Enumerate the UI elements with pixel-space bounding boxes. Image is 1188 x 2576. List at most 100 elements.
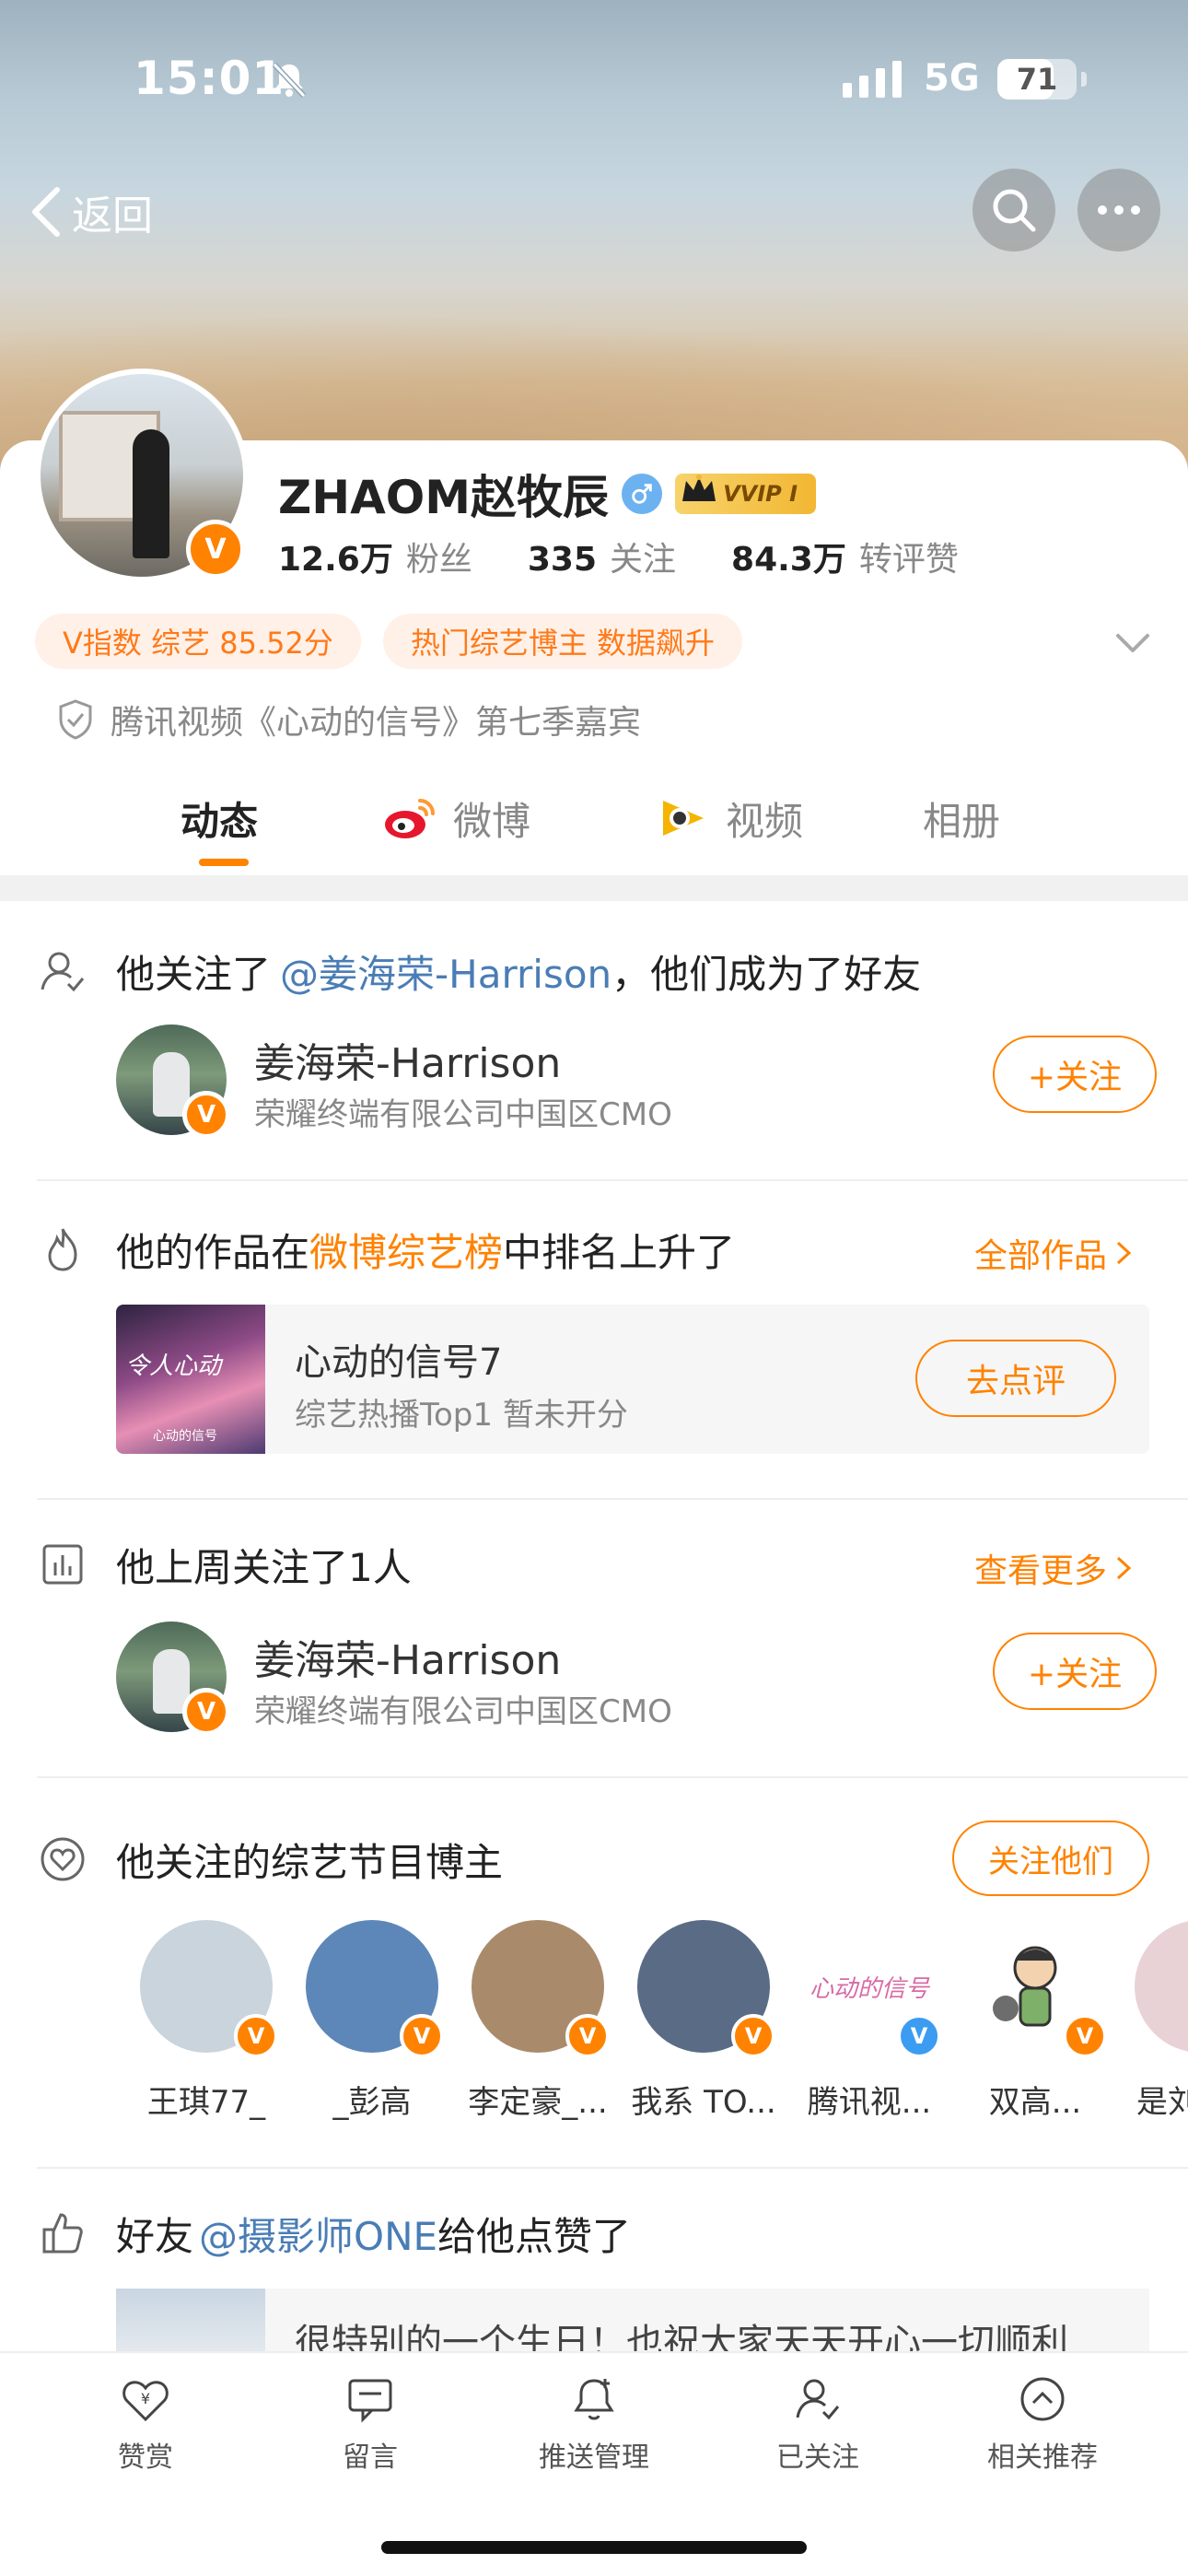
weibo-logo-icon bbox=[385, 799, 435, 838]
battery-tip bbox=[1081, 72, 1087, 87]
search-button[interactable] bbox=[973, 169, 1055, 252]
video-play-icon bbox=[663, 801, 704, 836]
verified-badge-icon: V bbox=[182, 1091, 230, 1139]
friend-mention-link[interactable]: @姜海荣-Harrison bbox=[280, 943, 611, 1000]
work-card[interactable]: 令人心动 心动的信号 心动的信号7 综艺热播Top1 暂未开分 去点评 bbox=[116, 1305, 1149, 1454]
user-name[interactable]: 姜海荣-Harrison bbox=[254, 1030, 561, 1089]
push-bell-icon bbox=[574, 2379, 614, 2420]
blogger-item[interactable]: V 我系 TO... bbox=[621, 1920, 786, 2122]
blogger-item[interactable]: V 双高... bbox=[952, 1920, 1118, 2122]
all-works-link[interactable]: 全部作品 bbox=[974, 1229, 1133, 1277]
divider bbox=[37, 2167, 1188, 2169]
crown-icon bbox=[682, 474, 716, 501]
verified-badge-icon: V bbox=[400, 2014, 444, 2058]
hot-blogger-tag[interactable]: 热门综艺博主 数据飙升 bbox=[382, 614, 743, 669]
blogger-name: 双高... bbox=[988, 2084, 1082, 2121]
reward-button[interactable]: ¥ 赞赏 bbox=[44, 2373, 247, 2475]
v-index-tag[interactable]: V指数 综艺 85.52分 bbox=[35, 614, 361, 669]
post-thumbnail bbox=[116, 2289, 265, 2353]
mute-bell-icon bbox=[272, 62, 307, 99]
profile-stats: 12.6万 粉丝 335 关注 84.3万 转评赞 bbox=[278, 533, 1014, 580]
fans-label[interactable]: 粉丝 bbox=[406, 533, 472, 580]
blogger-item[interactable]: 心动的信号 V 腾讯视... bbox=[786, 1920, 952, 2122]
vvip-badge[interactable]: VVIP I bbox=[675, 474, 817, 514]
blogger-avatar[interactable]: V bbox=[140, 1920, 278, 2058]
back-label: 返回 bbox=[72, 193, 153, 240]
blogger-item[interactable]: V _彭高 bbox=[289, 1920, 455, 2122]
divider bbox=[37, 1776, 1188, 1778]
liker-mention-link[interactable]: @摄影师ONE bbox=[199, 2206, 437, 2262]
blogger-item[interactable]: V 李定豪_... bbox=[455, 1920, 621, 2122]
profile-name: ZHAOM赵牧辰 bbox=[278, 471, 610, 524]
verified-badge-icon: V bbox=[731, 2014, 775, 2058]
rank-list-link[interactable]: 微博综艺榜 bbox=[309, 1222, 503, 1278]
verified-badge-icon: V bbox=[565, 2014, 610, 2058]
follow-all-button[interactable]: 关注他们 bbox=[952, 1821, 1149, 1896]
blogger-avatar[interactable] bbox=[1135, 1920, 1188, 2053]
blogger-name: _彭高 bbox=[332, 2084, 412, 2121]
user-name[interactable]: 姜海荣-Harrison bbox=[254, 1627, 561, 1686]
blogger-avatar[interactable]: 心动的信号 V bbox=[803, 1920, 941, 2058]
verified-badge-icon: V bbox=[182, 1688, 230, 1736]
shield-icon bbox=[59, 699, 92, 740]
tab-video[interactable]: 视频 bbox=[656, 790, 803, 846]
verified-badge-icon: V bbox=[234, 2014, 278, 2058]
review-button[interactable]: 去点评 bbox=[915, 1340, 1116, 1417]
following-label[interactable]: 关注 bbox=[610, 533, 676, 580]
more-button[interactable] bbox=[1077, 169, 1160, 252]
more-dots-icon bbox=[1098, 205, 1140, 215]
fans-count[interactable]: 12.6万 bbox=[278, 533, 393, 580]
work-subtitle: 综艺热播Top1 暂未开分 bbox=[295, 1397, 628, 1434]
status-time: 15:01 bbox=[134, 52, 285, 105]
recommend-button[interactable]: 相关推荐 bbox=[941, 2373, 1144, 2475]
blogger-avatar[interactable]: V bbox=[637, 1920, 775, 2058]
message-icon bbox=[348, 2379, 392, 2423]
heart-icon bbox=[41, 1837, 85, 1881]
battery-icon: 71 bbox=[997, 59, 1077, 100]
blogger-item[interactable]: 是刘 bbox=[1118, 1920, 1188, 2122]
blogger-avatar[interactable]: V bbox=[306, 1920, 444, 2058]
message-button[interactable]: 留言 bbox=[269, 2373, 472, 2475]
tab-weibo[interactable]: 微博 bbox=[383, 790, 530, 846]
blogger-name: 王琪77_ bbox=[146, 2084, 266, 2121]
network-type: 5G bbox=[924, 57, 980, 100]
see-more-link[interactable]: 查看更多 bbox=[974, 1544, 1133, 1592]
engagement-count[interactable]: 84.3万 bbox=[731, 533, 846, 580]
follow-button[interactable]: +关注 bbox=[993, 1633, 1157, 1710]
flame-icon bbox=[48, 1228, 77, 1271]
blogger-item[interactable]: V 王琪77_ bbox=[123, 1920, 289, 2122]
male-gender-icon bbox=[622, 474, 663, 514]
blogger-avatar[interactable]: V bbox=[472, 1920, 610, 2058]
following-count[interactable]: 335 bbox=[528, 541, 597, 579]
verified-badge-icon: V bbox=[897, 2014, 941, 2058]
tab-album[interactable]: 相册 bbox=[923, 790, 1000, 846]
profile-tabs: 动态 微博 视频 相册 bbox=[0, 772, 1188, 873]
profile-avatar[interactable]: V bbox=[35, 369, 249, 582]
follow-button[interactable]: +关注 bbox=[993, 1036, 1157, 1113]
blogger-carousel[interactable]: V 王琪77_ V _彭高 V 李定豪_... V 我系 TO... 心动的信号… bbox=[123, 1920, 1188, 2123]
user-description: 荣耀终端有限公司中国区CMO bbox=[254, 1096, 672, 1133]
engagement-label[interactable]: 转评赞 bbox=[859, 533, 959, 580]
blogger-name: 是刘 bbox=[1136, 2084, 1188, 2121]
reward-icon: ¥ bbox=[122, 2381, 169, 2422]
chevron-down-icon[interactable] bbox=[1112, 625, 1153, 662]
friend-icon bbox=[41, 952, 85, 992]
friend-activity-title: 他关注了 @姜海荣-Harrison ，他们成为了好友 bbox=[116, 943, 921, 1000]
chevron-right-icon bbox=[1116, 1556, 1132, 1580]
back-button[interactable]: 返回 bbox=[28, 175, 153, 249]
post-preview-text: 很特别的一个生日！也祝大家天天开心一切顺利 bbox=[295, 2322, 1068, 2353]
tab-dynamics[interactable]: 动态 bbox=[181, 790, 258, 846]
blogger-logo-text: 心动的信号 bbox=[809, 1974, 929, 2003]
chevron-right-icon bbox=[1116, 1241, 1132, 1265]
signal-icon bbox=[843, 61, 902, 98]
weekly-user-row[interactable]: V 姜海荣-Harrison 荣耀终端有限公司中国区CMO +关注 bbox=[116, 1622, 1157, 1741]
following-status-button[interactable]: 已关注 bbox=[716, 2373, 919, 2475]
blogger-avatar[interactable]: V bbox=[969, 1920, 1107, 2058]
divider bbox=[37, 1498, 1188, 1500]
active-tab-indicator bbox=[199, 859, 249, 866]
rank-activity-title: 他的作品在 微博综艺榜 中排名上升了 bbox=[116, 1222, 735, 1278]
bloggers-title: 他关注的综艺节目博主 bbox=[116, 1840, 504, 1885]
friend-user-row[interactable]: V 姜海荣-Harrison 荣耀终端有限公司中国区CMO +关注 bbox=[116, 1025, 1157, 1144]
push-settings-button[interactable]: 推送管理 bbox=[493, 2373, 695, 2475]
liked-post-card[interactable]: 很特别的一个生日！也祝大家天天开心一切顺利 bbox=[116, 2289, 1149, 2353]
